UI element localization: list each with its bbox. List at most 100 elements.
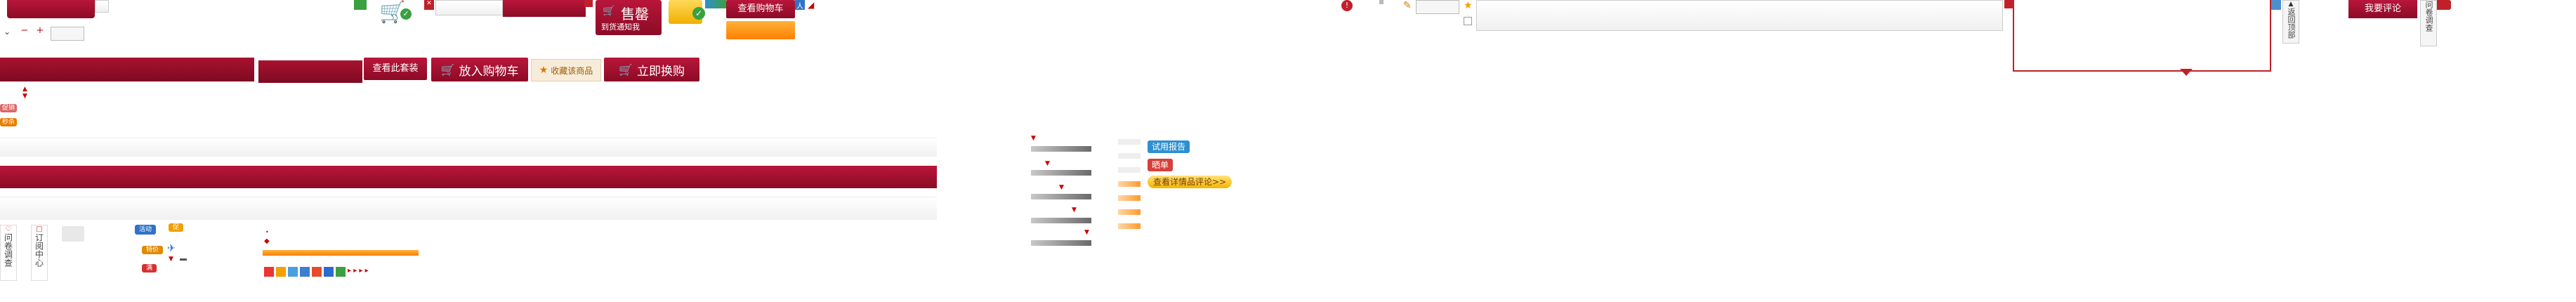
progress-step-6 (1118, 209, 1141, 215)
order-icon: □ (36, 225, 43, 233)
share-icon[interactable] (288, 267, 298, 277)
gray-gradient-bar-2 (0, 197, 937, 220)
renren-icon[interactable] (324, 267, 334, 277)
up-icon: ▲ (2288, 1, 2294, 8)
check-badge-icon: ✓ (400, 8, 412, 20)
add-to-cart-label: 放入购物车 (459, 64, 519, 79)
kaixin-icon[interactable] (312, 267, 322, 277)
rating-bar-5 (1031, 240, 1091, 246)
progress-step-3 (1118, 167, 1141, 173)
wide-red-bar-1 (0, 58, 254, 81)
small-input-box[interactable] (1416, 0, 1459, 14)
red-corner-icon (2004, 0, 2013, 8)
minus-icon[interactable]: − (21, 25, 29, 36)
back-top-tab[interactable]: ▲ 返回顶部 (2282, 0, 2299, 44)
red-top-tab[interactable] (503, 0, 586, 17)
dropdown-arrow-icon[interactable]: ⌄ (4, 27, 11, 37)
wide-red-bar-2 (258, 60, 362, 83)
rating-bar-1 (1031, 146, 1091, 152)
green-check-icon (354, 0, 367, 10)
view-cart-button[interactable]: 查看购物车 (726, 0, 795, 18)
qq-icon[interactable] (276, 267, 286, 277)
sold-out-sub: 到货通知我 (601, 22, 640, 32)
rating-arrow-1: ▼ (1031, 135, 1036, 142)
red-tag: 满 (142, 264, 157, 273)
top-red-button[interactable] (7, 0, 95, 18)
checkbox-icon[interactable] (1464, 17, 1472, 25)
sale-small-tag: 秒杀 (0, 118, 18, 126)
tooltip-box (2013, 0, 2271, 72)
order-center-side-tab[interactable]: □ 订阅中心 (31, 225, 48, 281)
progress-step-2 (1118, 153, 1141, 159)
feedback-label: 问卷调查 (2424, 1, 2433, 32)
tiny-dash (1379, 0, 1384, 4)
trial-report-tag[interactable]: 试用报告 (1148, 140, 1190, 153)
view-more-reviews-button[interactable]: 查看详情品评论>> (1148, 176, 1233, 188)
favorite-button[interactable]: ★ 收藏该商品 (531, 59, 601, 81)
sold-out-notice[interactable]: 🛒 售罄 到货通知我 (596, 0, 662, 35)
progress-step-1 (1118, 139, 1141, 145)
red-arrows-icon[interactable]: ▸ ▸ ▸ ▸ (348, 267, 369, 277)
orange-button[interactable] (726, 21, 795, 39)
search-textarea[interactable] (1476, 0, 2003, 31)
rating-bar-3 (1031, 194, 1091, 199)
progress-column (1118, 139, 1141, 258)
down-arrow-icon[interactable]: ▼ (22, 93, 27, 100)
sold-out-title: 售罄 (621, 6, 649, 22)
small-blue-icon (2271, 0, 2281, 10)
orange-badge: 促 (169, 223, 184, 232)
gray-badge (62, 226, 84, 242)
orange-progress-bar (263, 250, 419, 256)
small-icons-strip (705, 0, 726, 8)
small-dark-icon (584, 0, 593, 7)
rating-arrow-3: ▼ (1059, 184, 1064, 191)
up-arrow-icon[interactable]: ▲ (22, 86, 27, 93)
questionnaire-label: 问卷调查 (3, 233, 13, 267)
pencil-icon[interactable]: ✎ (1403, 0, 1412, 11)
order-center-label: 订阅中心 (34, 233, 44, 267)
add-to-cart-button[interactable]: 🛒 放入购物车 (431, 58, 528, 81)
plus-icon[interactable]: + (37, 25, 44, 36)
buy-now-label: 立即换购 (636, 64, 685, 79)
progress-step-7 (1118, 223, 1141, 229)
progress-step-5 (1118, 195, 1141, 201)
cart-icon-2: 🛒 (619, 63, 633, 77)
heart-icon: ♡ (5, 225, 12, 233)
icon-row: ▸ ▸ ▸ ▸ (264, 267, 369, 277)
blue-person-icon: 人 (795, 0, 805, 11)
gray-input-bar[interactable] (435, 0, 503, 15)
feedback-side-tab[interactable]: 问卷调查 (2420, 0, 2437, 46)
back-top-label: 返回顶部 (2287, 8, 2296, 39)
gray-bar-top (95, 0, 109, 13)
favorite-icon: ★ (539, 65, 548, 76)
progress-step-4 (1118, 181, 1141, 187)
dot-marker: • (265, 229, 269, 235)
view-package-button[interactable]: 查看此套装 (364, 58, 427, 80)
weibo-icon[interactable] (264, 267, 274, 277)
showcase-tag[interactable]: 晒单 (1148, 159, 1174, 171)
cart-icon: 🛒 (440, 63, 455, 77)
alert-icon: ! (1341, 0, 1353, 11)
email-icon[interactable] (300, 267, 310, 277)
promo-small-tag: 促销 (0, 104, 18, 112)
blue-tag: 活动 (135, 225, 157, 235)
sold-out-icon: 🛒 (603, 6, 615, 17)
rating-bar-4 (1031, 218, 1091, 223)
rating-arrow-2: ▼ (1045, 160, 1050, 167)
buy-now-button[interactable]: 🛒 立即换购 (604, 58, 699, 81)
slash-icon: ◢ (808, 0, 815, 10)
star-icon: ★ (1464, 0, 1473, 11)
rating-arrow-4: ▼ (1072, 206, 1077, 214)
plane-icon: ✈ (167, 243, 176, 254)
douban-icon[interactable] (336, 267, 346, 277)
write-review-button[interactable]: 我要评论 (2348, 0, 2417, 18)
check-circle-icon: ✓ (692, 7, 705, 20)
gray-gradient-bar-1 (0, 138, 937, 157)
rating-arrow-5: ▼ (1084, 229, 1089, 236)
small-red-square-icon: ✕ (424, 0, 434, 10)
questionnaire-side-tab[interactable]: ♡ 问卷调查 (0, 225, 17, 281)
red-gradient-bar (0, 166, 937, 188)
tag-sale: 特价 (142, 246, 164, 254)
dash-icon (180, 258, 187, 261)
quantity-input[interactable] (51, 27, 84, 41)
